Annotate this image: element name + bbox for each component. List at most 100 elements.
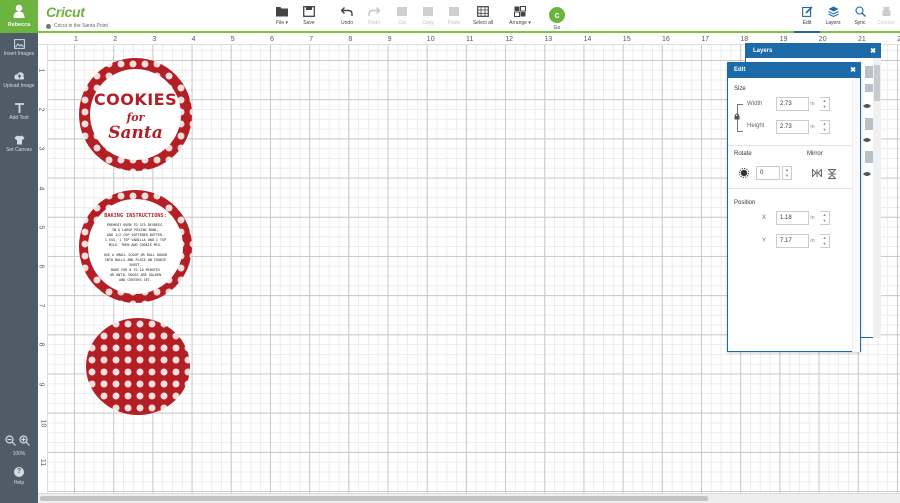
size-label: Size [734,86,746,92]
baking-instructions-design[interactable]: BAKING INSTRUCTIONS: PREHEAT OVEN TO 375… [79,190,192,303]
project-name[interactable]: Cricut in the Santa Point [46,23,108,29]
undo-icon [341,7,353,16]
save-button[interactable]: Save [293,6,325,26]
position-label: Position [734,200,756,206]
layers-scrollbar[interactable] [873,58,881,338]
scrollbar-thumb[interactable] [40,496,708,501]
redo-icon [368,7,380,16]
x-position-input[interactable]: 1.18 [776,211,809,225]
x-label: X [762,215,767,221]
user-icon [13,4,25,18]
ruler-tick-label: 5 [38,225,45,230]
add-text-button[interactable]: Add Text [0,103,38,121]
divider [728,188,860,189]
sync-icon [854,6,866,17]
polka-dot-circle-design[interactable] [86,318,190,415]
height-stepper[interactable]: ▲ ▼ [820,120,830,134]
width-input[interactable]: 2.73 [776,97,809,111]
ruler-tick-label: 8 [348,36,353,43]
cricut-logo: Cricut [46,4,85,20]
ruler-tick-label: 11 [466,36,474,43]
design-inner-circle: BAKING INSTRUCTIONS: PREHEAT OVEN TO 375… [88,199,183,294]
sync-tab[interactable]: Sync [847,6,873,26]
ruler-tick-label: 7 [309,36,314,43]
ruler-tick-label: 16 [662,36,670,43]
ruler-tick-label: 15 [622,36,631,43]
project-name-text: Cricut in the Santa Point [54,23,108,29]
save-icon [303,6,315,17]
lock-icon[interactable] [734,113,740,120]
divider [728,145,860,146]
user-menu[interactable]: Rebecca [0,0,38,33]
ruler-tick-label: 9 [387,36,392,43]
copy-icon [423,7,433,16]
contour-icon [882,7,890,16]
ruler-tick-label: 10 [426,36,435,43]
layer-row[interactable] [865,84,873,92]
layer-row[interactable] [865,66,873,78]
x-unit: in [810,215,815,221]
baking-text-line: INTO BALLS AND PLACE ON COOKIE SHEET. [104,258,167,267]
layers-tab[interactable]: Layers [820,6,846,26]
eye-icon[interactable] [863,137,871,143]
width-stepper[interactable]: ▲ ▼ [820,97,830,111]
baking-text-line: MILK. THEN ADD COOKIE MIX. [108,243,163,247]
cookies-for-santa-design[interactable]: COOKIES for Santa [79,58,192,171]
mirror-label: Mirror [807,151,823,157]
scrollbar-thumb[interactable] [874,65,880,101]
mirror-vertical-icon[interactable] [828,169,836,179]
y-unit: in [810,238,815,244]
top-toolbar: Rebecca Cricut Cricut in the Santa Point… [0,0,900,33]
set-canvas-button[interactable]: Set Canvas [0,135,38,153]
left-sidebar: Insert Images Upload Image Add Text Set … [0,33,38,503]
y-stepper[interactable]: ▲ ▼ [820,234,830,248]
layer-row[interactable] [865,118,873,130]
eye-icon[interactable] [863,171,871,177]
zoom-level: 100% [12,451,26,457]
arrange-icon [514,6,526,17]
layers-icon [827,6,839,17]
height-input[interactable]: 2.73 [776,120,809,134]
ruler-vertical: 1 2 3 4 5 6 7 8 9 10 11 [38,45,48,493]
ruler-tick-label: 13 [544,36,553,43]
rotate-stepper[interactable]: ▲ ▼ [782,166,792,180]
zoom-controls [5,433,35,446]
x-stepper[interactable]: ▲ ▼ [820,211,830,225]
go-label: Go [553,25,561,31]
zoom-in-button[interactable] [19,433,30,446]
zoom-out-button[interactable] [5,433,16,446]
eye-icon[interactable] [863,103,871,109]
edit-tab[interactable]: Edit [794,6,820,33]
baking-text-line: AND CENTERS SET. [119,278,152,282]
edit-panel-scrollbar[interactable] [852,78,860,352]
edit-panel: Edit ✖ Size Width 2.73 in ▲ ▼ Height 2.73… [727,62,861,352]
paste-button[interactable]: Paste [438,6,470,26]
go-button[interactable]: c [549,7,565,23]
cut-icon [397,7,407,16]
ruler-tick-label: 2 [113,36,118,43]
ruler-tick-label: 6 [38,264,45,269]
arrange-button[interactable]: Arrange ▾ [504,6,536,26]
design-title-cookies: COOKIES [93,90,178,109]
ruler-tick-label: 1 [38,68,45,73]
ruler-tick-label: 18 [740,36,749,43]
y-position-input[interactable]: 7.17 [776,234,809,248]
zoom-in-icon [19,435,30,446]
canvas-horizontal-scrollbar[interactable] [38,493,900,503]
ruler-tick-label: 17 [701,36,709,43]
mirror-horizontal-icon[interactable] [812,169,822,177]
contour-tab[interactable]: Contour [873,6,899,26]
rotate-icon[interactable] [739,168,749,178]
select-all-icon [477,6,489,17]
ruler-tick-label: 19 [779,36,788,43]
rotate-input[interactable]: 0 [756,166,780,180]
upload-image-button[interactable]: Upload Image [0,71,38,89]
close-icon[interactable]: ✖ [870,47,876,55]
close-icon[interactable]: ✖ [850,66,856,74]
height-label: Height [747,123,765,129]
select-all-button[interactable]: Select all [467,6,499,26]
insert-images-button[interactable]: Insert Images [0,39,38,57]
layer-row[interactable] [865,151,873,163]
help-button[interactable]: ? Help [0,467,38,486]
info-icon [46,23,51,29]
